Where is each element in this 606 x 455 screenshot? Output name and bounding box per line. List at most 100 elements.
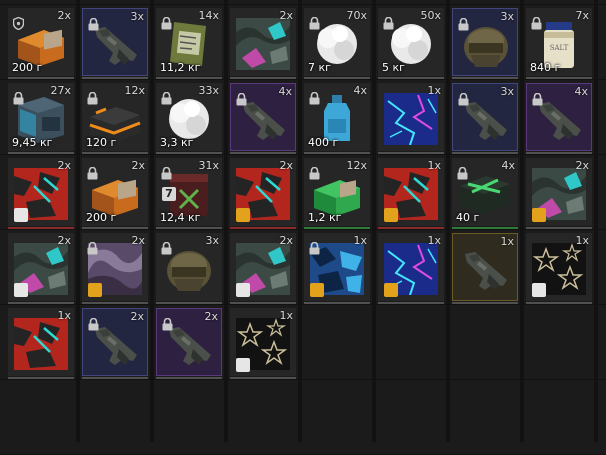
slot-underline	[8, 377, 74, 379]
item-count: 3x	[205, 234, 219, 247]
column-divider	[520, 0, 524, 442]
inventory-slot[interactable]: 50x 5 кг	[378, 8, 444, 76]
inventory-slot[interactable]: 3x	[82, 8, 148, 76]
item-count: 14x	[198, 9, 219, 22]
slot-underline	[304, 77, 370, 79]
slot-underline	[526, 302, 592, 304]
slot-underline	[452, 302, 518, 304]
row-divider	[0, 379, 606, 380]
inventory-grid: 2x 200 г 3x 14x 11,2 кг 2x 70x 7 кг 50x 5 кг 3x SAL…	[0, 0, 606, 455]
slot-underline	[230, 152, 296, 154]
item-count: 70x	[346, 9, 367, 22]
item-weight: 120 г	[86, 136, 117, 149]
item-count: 4x	[574, 85, 588, 98]
slot-underline	[82, 377, 148, 379]
orange-tag-icon	[384, 208, 398, 222]
inventory-slot[interactable]: 3x	[452, 83, 518, 151]
item-weight: 7 кг	[308, 61, 331, 74]
inventory-slot[interactable]: 1x	[304, 233, 370, 301]
column-divider	[76, 0, 80, 442]
slot-underline	[82, 227, 148, 229]
item-count: 2x	[57, 234, 71, 247]
inventory-slot[interactable]: 1x	[8, 308, 74, 376]
item-count: 2x	[204, 310, 218, 323]
inventory-slot[interactable]: 3x	[156, 233, 222, 301]
inventory-slot[interactable]: 1x	[378, 233, 444, 301]
item-count: 27x	[50, 84, 71, 97]
inventory-slot[interactable]: 1x	[378, 83, 444, 151]
inventory-slot[interactable]: 70x 7 кг	[304, 8, 370, 76]
slot-underline	[230, 302, 296, 304]
inventory-slot[interactable]: 27x 9,45 кг	[8, 83, 74, 151]
item-count: 1x	[500, 235, 514, 248]
inventory-slot[interactable]: 2x	[230, 8, 296, 76]
column-divider	[150, 0, 154, 442]
orange-tag-icon	[88, 283, 102, 297]
inventory-slot[interactable]: 7 31x 12,4 кг	[156, 158, 222, 226]
column-divider	[298, 0, 302, 442]
item-weight: 5 кг	[382, 61, 405, 74]
slot-underline	[452, 227, 518, 229]
row-divider	[0, 304, 606, 305]
lock-icon	[88, 316, 99, 331]
column-divider	[446, 0, 450, 442]
inventory-slot[interactable]: 12x 120 г	[82, 83, 148, 151]
slot-underline	[8, 302, 74, 304]
inventory-slot[interactable]: 3x	[452, 8, 518, 76]
slot-underline	[378, 77, 444, 79]
row-divider	[0, 79, 606, 80]
inventory-slot[interactable]: 4x 400 г	[304, 83, 370, 151]
inventory-slot[interactable]: 2x	[526, 158, 592, 226]
inventory-slot[interactable]: 2x	[230, 233, 296, 301]
item-count: 31x	[198, 159, 219, 172]
slot-underline	[156, 152, 222, 154]
inventory-slot[interactable]: 14x 11,2 кг	[156, 8, 222, 76]
column-divider	[594, 0, 598, 442]
slot-underline	[452, 152, 518, 154]
inventory-slot[interactable]: 33x 3,3 кг	[156, 83, 222, 151]
item-weight: 840 г	[530, 61, 561, 74]
inventory-slot[interactable]: 2x	[8, 158, 74, 226]
white-tag-icon	[14, 208, 28, 222]
slot-underline	[304, 152, 370, 154]
item-count: 12x	[124, 84, 145, 97]
slot-underline	[230, 377, 296, 379]
inventory-slot[interactable]: 2x	[82, 308, 148, 376]
row-divider	[0, 229, 606, 230]
inventory-slot[interactable]: 4x	[230, 83, 296, 151]
slot-underline	[230, 227, 296, 229]
column-divider	[372, 0, 376, 442]
inventory-slot[interactable]: 4x	[526, 83, 592, 151]
count-badge: 7	[162, 187, 176, 201]
inventory-slot[interactable]: 2x	[156, 308, 222, 376]
inventory-slot[interactable]: 1x	[526, 233, 592, 301]
item-count: 2x	[57, 9, 71, 22]
inventory-slot[interactable]: 2x 200 г	[82, 158, 148, 226]
item-weight: 200 г	[86, 211, 117, 224]
item-count: 2x	[575, 159, 589, 172]
inventory-slot[interactable]: 1x	[452, 233, 518, 301]
item-weight: 400 г	[308, 136, 339, 149]
item-count: 1x	[279, 309, 293, 322]
inventory-slot[interactable]: 2x	[82, 233, 148, 301]
item-count: 2x	[279, 159, 293, 172]
item-weight: 11,2 кг	[160, 61, 201, 74]
inventory-slot[interactable]: 4x 40 г	[452, 158, 518, 226]
item-count: 1x	[57, 309, 71, 322]
slot-underline	[156, 302, 222, 304]
inventory-slot[interactable]: 12x 1,2 кг	[304, 158, 370, 226]
item-count: 2x	[131, 159, 145, 172]
lock-icon	[236, 91, 247, 106]
slot-underline	[82, 302, 148, 304]
inventory-slot[interactable]: 2x	[8, 233, 74, 301]
inventory-slot[interactable]: 2x 200 г	[8, 8, 74, 76]
inventory-slot[interactable]: SALT 7x 840 г	[526, 8, 592, 76]
white-tag-icon	[236, 283, 250, 297]
inventory-slot[interactable]: 1x	[378, 158, 444, 226]
inventory-slot[interactable]: 1x	[230, 308, 296, 376]
lock-icon	[161, 15, 172, 30]
slot-underline	[378, 302, 444, 304]
white-tag-icon	[14, 283, 28, 297]
lock-icon	[161, 90, 172, 105]
inventory-slot[interactable]: 2x	[230, 158, 296, 226]
